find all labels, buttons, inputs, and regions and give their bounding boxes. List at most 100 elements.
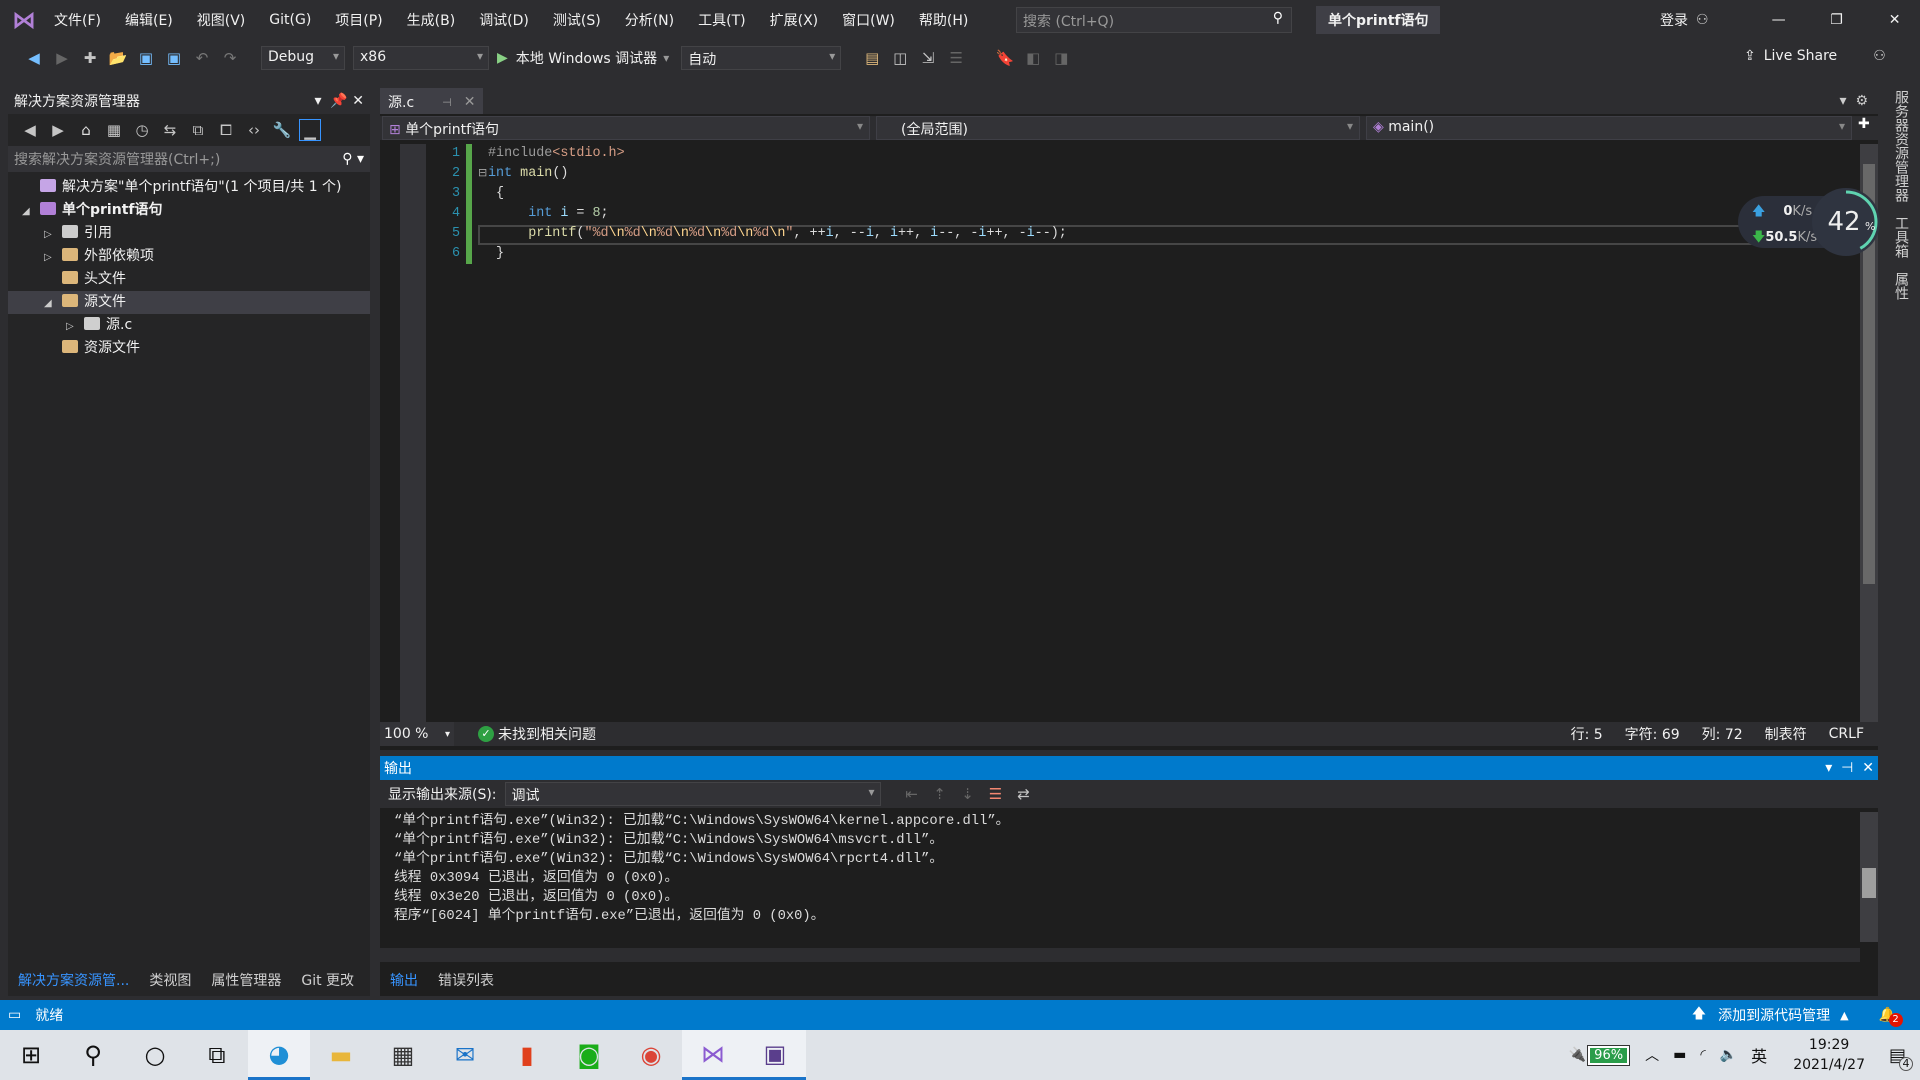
store-icon[interactable]: ▦ (372, 1030, 434, 1080)
side-tab[interactable]: 属性 (1891, 272, 1911, 300)
mode-select[interactable]: 自动 (681, 46, 842, 70)
start-button[interactable]: ⊞ (0, 1030, 62, 1080)
solution-search-input[interactable]: 搜索解决方案资源管理器(Ctrl+;) ⚲ ▾ (8, 146, 370, 172)
tab-source-c[interactable]: 源.c ⊣ ✕ (380, 88, 484, 114)
tree-item[interactable]: ▷ 外部依赖项 (8, 245, 370, 268)
menu-item[interactable]: 生成(B) (407, 10, 456, 30)
menu-item[interactable]: 项目(P) (335, 10, 382, 30)
preview-icon[interactable]: ▁ (299, 119, 321, 141)
menu-item[interactable]: 调试(D) (479, 10, 529, 30)
volume-icon[interactable]: 🔈 (1720, 1047, 1737, 1063)
menu-item[interactable]: 测试(S) (553, 10, 601, 30)
code-area[interactable]: 1 #include<stdio.h> 2 int main() 3 {4 int i … (380, 144, 1850, 724)
menu-item[interactable]: 分析(N) (625, 10, 674, 30)
panel-tab[interactable]: 解决方案资源管... (8, 969, 139, 993)
wifi-icon[interactable]: ◜ (1700, 1047, 1705, 1063)
menu-item[interactable]: 扩展(X) (770, 10, 819, 30)
mail-icon[interactable]: ✉ (434, 1030, 496, 1080)
chrome-icon[interactable]: ◉ (620, 1030, 682, 1080)
next-message-icon[interactable]: ⇣ (957, 783, 979, 805)
prev-message-icon[interactable]: ⇡ (929, 783, 951, 805)
tree-item[interactable]: ◢ 单个printf语句 (8, 199, 370, 222)
caret-up-icon[interactable]: ▲ (1840, 1009, 1848, 1022)
login-button[interactable]: 登录 (1660, 10, 1688, 30)
project-nav-select[interactable]: ⊞ 单个printf语句 (382, 116, 870, 140)
wechat-icon[interactable]: ◙ (558, 1030, 620, 1080)
menu-item[interactable]: 文件(F) (54, 10, 101, 30)
tree-item[interactable]: 头文件 (8, 268, 370, 291)
comment-icon[interactable]: ☰ (945, 47, 967, 69)
office-icon[interactable]: ▮ (496, 1030, 558, 1080)
dropdown-icon[interactable]: ▾ (314, 93, 321, 109)
find-message-icon[interactable]: ⇤ (901, 783, 923, 805)
expand-arrow-icon[interactable]: ▷ (66, 315, 84, 338)
output-source-select[interactable]: 调试 (504, 782, 881, 806)
collapse-main-icon[interactable]: ⊟ (478, 167, 487, 178)
hot-reload-icon[interactable]: ◫ (889, 47, 911, 69)
pin-icon[interactable]: ⊣ (1841, 760, 1853, 776)
ime-indicator[interactable]: 英 (1751, 1043, 1767, 1067)
menu-item[interactable]: 窗口(W) (842, 10, 895, 30)
history-icon[interactable]: ◷ (131, 119, 153, 141)
redo-icon[interactable]: ↷ (219, 47, 241, 69)
expand-arrow-icon[interactable]: ▷ (44, 223, 62, 246)
next-bookmark-icon[interactable]: ◨ (1050, 47, 1072, 69)
battery-indicator[interactable]: 96% (1587, 1044, 1631, 1066)
menu-item[interactable]: 视图(V) (197, 10, 246, 30)
side-tab[interactable]: 服务器资源管理器 (1891, 90, 1911, 202)
close-icon[interactable]: ✕ (352, 93, 364, 109)
prev-bookmark-icon[interactable]: ◧ (1022, 47, 1044, 69)
clear-all-icon[interactable]: ☰ (985, 783, 1007, 805)
step-icon[interactable]: ⇲ (917, 47, 939, 69)
console-icon[interactable]: ▣ (744, 1030, 806, 1080)
tray-overflow-icon[interactable]: ︿ (1645, 1045, 1659, 1065)
close-icon[interactable]: ✕ (1862, 760, 1874, 776)
expand-arrow-icon[interactable]: ◢ (22, 200, 40, 223)
split-icon[interactable]: ✚ (1858, 116, 1870, 132)
pin-icon[interactable]: ⊣ (442, 96, 452, 109)
menu-item[interactable]: 工具(T) (698, 10, 745, 30)
tree-item[interactable]: 解决方案"单个printf语句"(1 个项目/共 1 个) (8, 176, 370, 199)
tree-item[interactable]: ◢ 源文件 (8, 291, 370, 314)
tree-item[interactable]: ▷ 源.c (8, 314, 370, 337)
issues-status[interactable]: 未找到相关问题 (498, 724, 596, 744)
panel-tab[interactable]: 错误列表 (428, 969, 504, 993)
word-wrap-icon[interactable]: ⇄ (1013, 783, 1035, 805)
file-explorer-icon[interactable]: ▬ (310, 1030, 372, 1080)
code-icon[interactable]: ‹› (243, 119, 265, 141)
action-center-icon[interactable]: ▤ 4 (1889, 1045, 1913, 1071)
sync-icon[interactable]: ⇆ (159, 119, 181, 141)
tabs-status[interactable]: 制表符 (1765, 724, 1807, 744)
restore-button[interactable]: ❐ (1817, 12, 1857, 28)
switch-views-icon[interactable]: ▦ (103, 119, 125, 141)
collapse-icon[interactable]: ⧉ (187, 119, 209, 141)
edge-icon[interactable]: ◕ (248, 1030, 310, 1080)
search-input[interactable]: 搜索 (Ctrl+Q) ⚲ (1016, 7, 1292, 33)
output-scrollbar[interactable] (1860, 812, 1878, 942)
show-all-icon[interactable]: ⧠ (215, 119, 237, 141)
scope-nav-select[interactable]: (全局范围) (876, 116, 1360, 140)
dropdown-icon[interactable]: ▾ (1825, 760, 1832, 776)
minimize-button[interactable]: — (1759, 12, 1799, 28)
start-debug-button[interactable]: ▶ 本地 Windows 调试器 ▾ (497, 48, 669, 68)
live-share-button[interactable]: ⇪ Live Share ⚇ (1744, 48, 1886, 64)
home-icon[interactable]: ⌂ (75, 119, 97, 141)
menu-item[interactable]: 编辑(E) (125, 10, 173, 30)
output-text[interactable]: “单个printf语句.exe”(Win32): 已加载“C:\Windows\… (380, 808, 1878, 926)
user-icon[interactable]: ⚇ (1696, 12, 1709, 28)
back-icon[interactable]: ◀ (23, 47, 45, 69)
save-all-icon[interactable]: ▣ (163, 47, 185, 69)
menu-item[interactable]: 帮助(H) (919, 10, 968, 30)
clock[interactable]: 19:29 2021/4/27 (1793, 1035, 1865, 1075)
expand-arrow-icon[interactable]: ◢ (44, 292, 62, 315)
back-icon[interactable]: ◀ (19, 119, 41, 141)
new-project-icon[interactable]: ✚ (79, 47, 101, 69)
panel-tab[interactable]: 类视图 (139, 969, 201, 993)
panel-tab[interactable]: 输出 (380, 969, 428, 993)
undo-icon[interactable]: ↶ (191, 47, 213, 69)
close-tab-icon[interactable]: ✕ (464, 94, 476, 110)
expand-arrow-icon[interactable]: ▷ (44, 246, 62, 269)
cortana-icon[interactable]: ○ (124, 1030, 186, 1080)
pin-icon[interactable]: 📌 (330, 93, 347, 109)
visual-studio-icon[interactable]: ⋈ (682, 1030, 744, 1080)
